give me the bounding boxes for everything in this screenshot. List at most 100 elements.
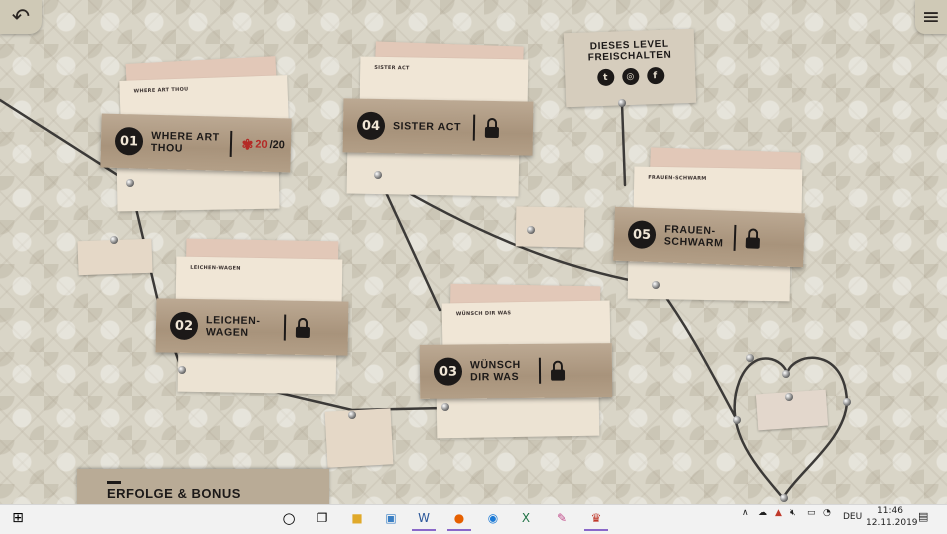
level-number: 02 xyxy=(169,311,199,341)
onedrive-icon[interactable]: ☁ xyxy=(758,508,767,518)
clock-date[interactable]: 12.11.2019 xyxy=(866,518,918,528)
score-max: /20 xyxy=(269,138,286,152)
taskbar-app-2[interactable]: ▣ xyxy=(379,505,403,531)
level-title-line1: SISTER ACT xyxy=(392,120,462,134)
string-2 xyxy=(376,173,442,312)
level-number: 01 xyxy=(114,126,144,156)
taskbar-app-5[interactable]: ◉ xyxy=(481,505,505,531)
separator xyxy=(733,224,737,251)
separator xyxy=(472,114,476,141)
wifi-icon[interactable]: ◔ xyxy=(823,508,831,518)
level-number: 03 xyxy=(433,357,463,386)
battery-icon[interactable]: ▭ xyxy=(807,508,816,518)
bonus-dash xyxy=(107,481,121,484)
level-title-line2: THOU xyxy=(150,141,184,155)
separator xyxy=(229,130,232,157)
cortana-search-button[interactable]: ○ xyxy=(277,505,301,531)
level-tape-02[interactable]: 02 LEICHEN- WAGEN xyxy=(155,298,349,356)
level-title: SISTER ACT xyxy=(393,120,461,133)
word-icon: W xyxy=(418,511,430,525)
pin xyxy=(110,236,118,244)
level-tape-01[interactable]: 01 WHERE ART THOU ✾ 20 /20 xyxy=(100,113,292,173)
task-view-icon: ❐ xyxy=(316,511,328,525)
level-title-line2: SCHWARM xyxy=(663,235,724,250)
folder-icon: ■ xyxy=(351,511,363,525)
level-title-line1: WÜNSCH xyxy=(469,358,521,372)
taskbar-file-explorer[interactable]: ■ xyxy=(345,505,369,531)
unlock-level-note[interactable]: DIESES LEVEL FREISCHALTEN t ◎ f xyxy=(563,28,697,108)
level-score: ✾ 20 /20 xyxy=(241,136,285,154)
level-tape-04[interactable]: 04 SISTER ACT xyxy=(342,98,534,156)
achievements-bonus-panel[interactable]: ERFOLGE & BONUS xyxy=(77,469,329,504)
paint-icon: ✎ xyxy=(556,511,568,525)
lock-icon xyxy=(745,228,760,249)
task-view-button[interactable]: ❐ xyxy=(310,505,334,531)
clock-time[interactable]: 11:46 xyxy=(877,506,903,516)
excel-icon: X xyxy=(521,511,531,525)
back-arrow-icon: ↶ xyxy=(11,4,31,30)
pin xyxy=(746,354,754,362)
lock-icon xyxy=(296,317,311,339)
circle-icon: ○ xyxy=(282,509,296,527)
ticket-03: WÜNSCH DIR WAS xyxy=(441,300,611,350)
taskbar-word[interactable]: W xyxy=(412,505,436,531)
separator xyxy=(284,314,287,341)
game-board: ↶ ≡ WHERE ART THOU 01 WHERE ART THOU ✾ 2… xyxy=(0,0,947,504)
string-4 xyxy=(620,101,627,187)
app-circle-icon: ◉ xyxy=(487,511,499,525)
lock-icon xyxy=(484,117,500,139)
bonus-title: ERFOLGE & BONUS xyxy=(107,486,241,501)
level-title: WHERE ART THOU xyxy=(151,130,220,156)
level-title-line2: DIR WAS xyxy=(470,370,520,384)
pin xyxy=(733,416,741,424)
level-number: 04 xyxy=(356,111,386,141)
level-title: WÜNSCH DIR WAS xyxy=(470,359,521,383)
firefox-icon: ● xyxy=(453,511,465,525)
facebook-icon[interactable]: f xyxy=(646,66,665,85)
taskbar-app-7[interactable]: ✎ xyxy=(550,505,574,531)
level-title: LEICHEN- WAGEN xyxy=(206,314,261,339)
antivirus-icon[interactable]: ▲ xyxy=(775,508,782,518)
ticket-label: WÜNSCH DIR WAS xyxy=(455,310,512,318)
string-5 xyxy=(655,283,739,422)
sketch-photo-cupid xyxy=(324,408,394,468)
level-title-line2: WAGEN xyxy=(205,326,249,339)
windows-logo-icon: ⊞ xyxy=(12,510,24,526)
pin xyxy=(782,370,790,378)
ticket-label: SISTER ACT xyxy=(374,64,410,72)
social-buttons: t ◎ f xyxy=(565,66,696,88)
brain-icon: ✾ xyxy=(241,135,254,152)
volume-muted-icon[interactable]: 🔇︎ xyxy=(790,508,796,518)
paper-back xyxy=(436,393,600,439)
level-tape-03[interactable]: 03 WÜNSCH DIR WAS xyxy=(419,343,613,399)
windows-start-button[interactable]: ⊞ xyxy=(6,505,30,531)
instagram-icon[interactable]: ◎ xyxy=(621,67,640,86)
pin xyxy=(374,171,382,179)
lock-icon xyxy=(550,360,565,381)
pin xyxy=(441,403,449,411)
twitter-icon[interactable]: t xyxy=(596,68,615,87)
taskbar-excel[interactable]: X xyxy=(514,505,538,531)
taskbar-firefox[interactable]: ● xyxy=(447,505,471,531)
language-indicator[interactable]: DEU xyxy=(843,512,862,522)
back-button[interactable]: ↶ xyxy=(0,0,42,34)
ticket-label: LEICHEN-WAGEN xyxy=(190,264,241,272)
pin xyxy=(843,398,851,406)
pin xyxy=(348,411,356,419)
taskbar-game[interactable]: ♛ xyxy=(584,505,608,531)
pin xyxy=(126,179,134,187)
level-tape-05[interactable]: 05 FRAUEN- SCHWARM xyxy=(613,206,805,268)
menu-button[interactable]: ≡ xyxy=(915,0,947,34)
sketch-photo-couple xyxy=(77,238,153,276)
notifications-icon[interactable]: ▤ xyxy=(918,510,928,523)
tray-chevron-icon[interactable]: ∧ xyxy=(742,508,749,518)
ticket-label: WHERE ART THOU xyxy=(133,86,189,95)
sketch-photo-angel xyxy=(515,206,585,248)
separator xyxy=(538,357,541,384)
pin xyxy=(178,366,186,374)
pin xyxy=(618,99,626,107)
game-icon: ♛ xyxy=(590,511,602,525)
score-value: 20 xyxy=(255,138,268,151)
level-number: 05 xyxy=(627,220,657,250)
level-title: FRAUEN- SCHWARM xyxy=(664,223,724,249)
